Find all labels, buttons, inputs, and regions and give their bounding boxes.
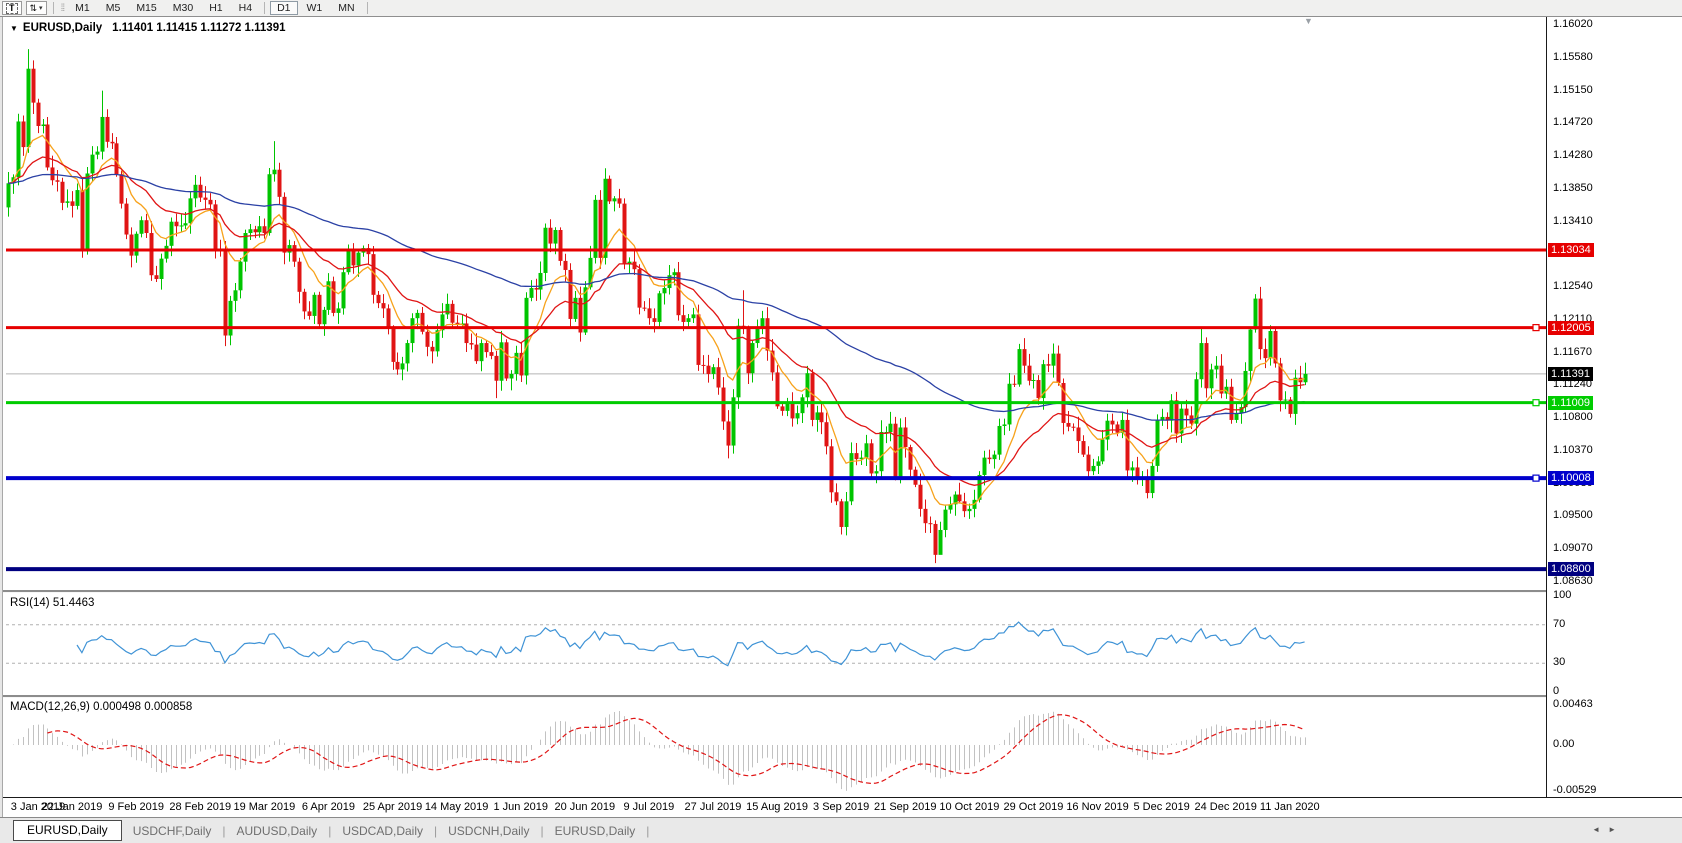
rsi-pane[interactable] <box>0 592 1546 695</box>
chart-title-symbol: EURUSD,Daily <box>22 22 103 34</box>
timeframe-button-mn[interactable]: MN <box>331 1 361 15</box>
date-axis[interactable] <box>0 797 1682 818</box>
tab-nav-arrows[interactable]: ◄► <box>1592 825 1624 834</box>
timeframe-button-w1[interactable]: W1 <box>300 1 330 15</box>
chart-tab-eurusd-daily[interactable]: EURUSD,Daily <box>13 820 122 841</box>
chart-tab-usdcnh-daily[interactable]: USDCNH,Daily <box>437 824 540 838</box>
timeframe-button-m5[interactable]: M5 <box>99 1 128 15</box>
window-menu-icon: ▼ <box>10 24 18 33</box>
chart-title: ▼ EURUSD,Daily 1.11401 1.11415 1.11272 1.1… <box>10 22 286 34</box>
chart-tabs: ◄► EURUSD,Daily USDCHF,Daily | AUDUSD,Daily… <box>0 817 1682 843</box>
tab-separator: | <box>646 823 650 838</box>
chart-tab-usdchf-daily[interactable]: USDCHF,Daily <box>122 824 223 838</box>
cursor-tool-button[interactable]: ⇅ ▾ <box>25 1 47 15</box>
timeframe-button-m15[interactable]: M15 <box>129 1 163 15</box>
rsi-label: RSI(14) 51.4463 <box>10 597 95 609</box>
cursor-tool-icon: ⇅ <box>29 2 38 13</box>
window-left-frame <box>0 17 3 817</box>
macd-label: MACD(12,26,9) 0.000498 0.000858 <box>10 701 193 713</box>
tab-nav-left-icon[interactable]: ◄ <box>1592 825 1608 834</box>
toolbar-separator <box>264 2 266 14</box>
top-toolbar: T ⇅ ▾ ⁞⁞ M1 M5 M15 M30 H1 H4 D1 W1 MN <box>0 0 1682 17</box>
price-axis[interactable] <box>1546 17 1682 797</box>
toolbar-separator <box>52 2 54 14</box>
chart-title-quotes: 1.11401 1.11415 1.11272 1.11391 <box>112 22 286 34</box>
text-tool-icon: T <box>6 2 18 14</box>
chart-tab-audusd-daily[interactable]: AUDUSD,Daily <box>226 824 329 838</box>
timeframe-button-d1[interactable]: D1 <box>270 1 298 15</box>
timeframe-toolbar: M1 M5 M15 M30 H1 H4 D1 W1 MN <box>67 1 371 15</box>
chart-shift-marker[interactable]: ▼ <box>1304 16 1313 26</box>
timeframe-button-h4[interactable]: H4 <box>232 1 259 15</box>
pane-separator[interactable] <box>0 695 1682 698</box>
timeframe-button-m30[interactable]: M30 <box>166 1 200 15</box>
timeframe-button-m1[interactable]: M1 <box>68 1 97 15</box>
macd-pane[interactable] <box>0 697 1546 797</box>
pane-separator[interactable] <box>0 590 1682 593</box>
timeframe-button-h1[interactable]: H1 <box>202 1 229 15</box>
main-chart-pane[interactable] <box>0 17 1546 590</box>
chart-tab-eurusd-daily[interactable]: EURUSD,Daily <box>544 824 647 838</box>
toolbar-separator <box>366 2 368 14</box>
tab-nav-right-icon[interactable]: ► <box>1608 825 1624 834</box>
text-tool-button[interactable]: T <box>2 1 22 15</box>
chevron-down-icon: ▾ <box>39 5 43 12</box>
toolbar-grip-handle[interactable]: ⁞⁞ <box>61 3 65 14</box>
chart-tab-usdcad-daily[interactable]: USDCAD,Daily <box>331 824 434 838</box>
